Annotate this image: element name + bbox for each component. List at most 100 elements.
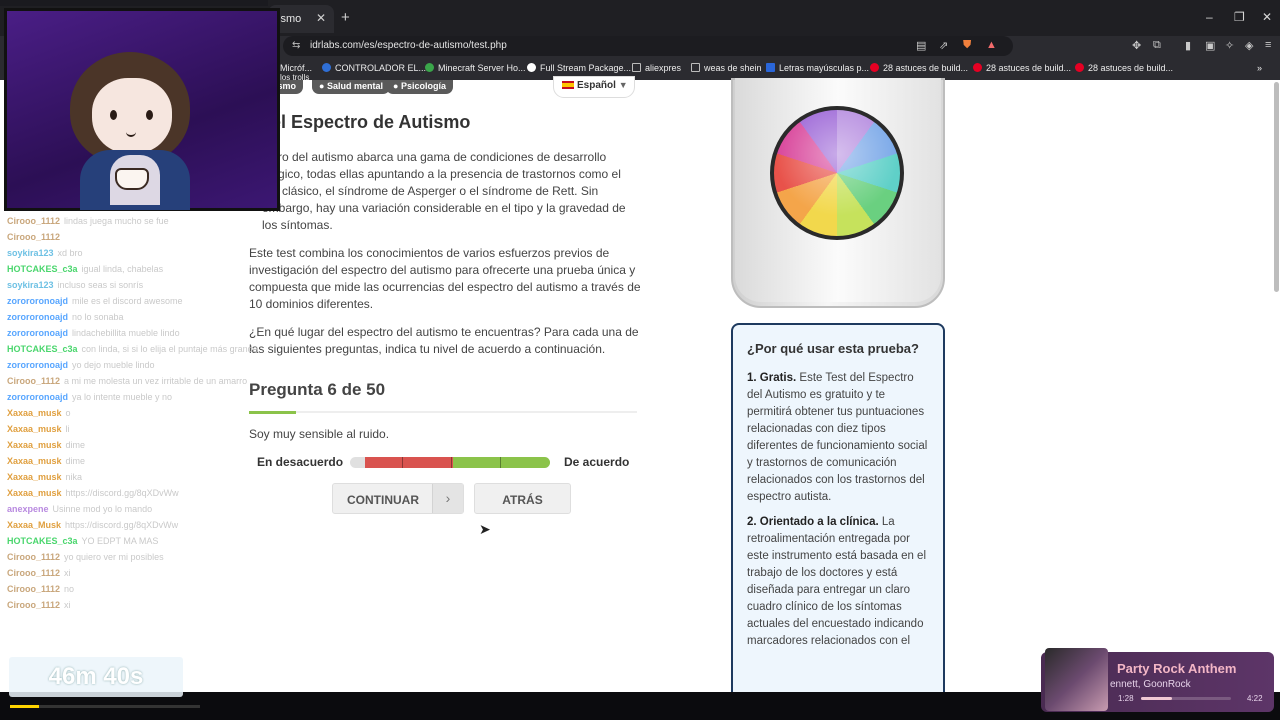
screenshot-icon[interactable]: ⧉ [1153,39,1161,52]
language-selector[interactable]: Español ▼ [553,76,635,98]
brave-shield-icon[interactable]: ⛊ [963,39,971,52]
chat-message: HOTCAKES_c3a YO EDPT MA MAS [7,536,158,546]
chat-message: zorororonoajd lindachebillita mueble lind… [7,328,180,338]
chat-username[interactable]: HOTCAKES_c3a [7,536,78,546]
category-tag[interactable]: ● Psicología [386,80,453,94]
url-text[interactable]: idrlabs.com/es/espectro-de-autismo/test.… [310,40,507,51]
chat-username[interactable]: zorororonoajd [7,392,68,402]
window-close-icon[interactable]: ✕ [1262,10,1272,24]
chat-text: https://discord.gg/8qXDvWw [65,488,179,498]
chat-message: zorororonoajd yo dejo mueble lindo [7,360,155,370]
category-tag[interactable]: ● Salud mental [312,80,390,94]
site-settings-icon[interactable]: ⇆ [292,40,300,51]
chat-username[interactable]: Xaxaa_musk [7,456,62,466]
scale-segment-agree[interactable] [453,457,550,468]
bookmark-item[interactable]: 28 astuces de build... [870,63,968,73]
wheel-shine [774,110,900,236]
chat-username[interactable]: Cirooo_1112 [7,600,60,610]
chat-message: Xaxaa_musk https://discord.gg/8qXDvWw [7,488,179,498]
wallet-icon[interactable]: ▣ [1205,39,1215,52]
chat-username[interactable]: Cirooo_1112 [7,376,60,386]
bookmark-item[interactable]: Micróf... [280,63,312,73]
bookmark-item[interactable]: Letras mayúsculas p... [766,63,869,73]
bookmark-item[interactable]: Full Stream Package... [527,63,631,73]
chat-username[interactable]: zorororonoajd [7,296,68,306]
chat-message: Xaxaa_musk dime [7,456,85,466]
chat-text: dime [65,456,86,466]
chat-username[interactable]: HOTCAKES_c3a [7,264,78,274]
brave-rewards-icon[interactable]: ▲ [986,39,997,51]
tab-close-icon[interactable]: ✕ [316,11,326,25]
chat-username[interactable]: Xaxaa_musk [7,488,62,498]
scale-segment-disagree[interactable] [365,457,453,468]
chat-username[interactable]: zorororonoajd [7,328,68,338]
leo-ai-icon[interactable]: ✧ [1225,39,1234,52]
bookmark-item[interactable]: Minecraft Server Ho... [425,63,526,73]
timer-progress-track [10,705,200,708]
chat-username[interactable]: zorororonoajd [7,312,68,322]
chat-text: yo dejo mueble lindo [72,360,155,370]
bookmark-item[interactable]: 28 astuces de build... [973,63,1071,73]
agreement-slider[interactable] [350,457,550,468]
chat-text: no [64,584,75,594]
chat-message: zorororonoajd ya lo intente mueble y no [7,392,172,402]
page-scrollbar[interactable] [1274,82,1279,292]
why-use-box: ¿Por qué usar esta prueba? 1. Gratis. Es… [731,323,945,703]
extensions-icon[interactable]: ✥ [1132,39,1141,52]
chevron-right-icon[interactable]: › [432,484,463,513]
chat-text: xd bro [57,248,83,258]
vpn-icon[interactable]: ◈ [1245,39,1253,52]
back-button[interactable]: ATRÁS [474,483,571,514]
chat-username[interactable]: Cirooo_1112 [7,232,60,242]
chat-text: li [65,424,70,434]
chat-username[interactable]: zorororonoajd [7,360,68,370]
chat-username[interactable]: Cirooo_1112 [7,568,60,578]
chat-username[interactable]: Xaxaa_musk [7,440,62,450]
chat-message: HOTCAKES_c3a igual linda, chabelas [7,264,163,274]
minimize-icon[interactable]: – [1206,10,1213,24]
bookmark-item[interactable]: 28 astuces de build... [1075,63,1173,73]
chat-message: Cirooo_1112 yo quiero ver mi posibles [7,552,164,562]
bookmark-item[interactable]: CONTROLADOR EL... [322,63,426,73]
avatar-eye [146,110,153,120]
chat-text: ya lo intente mueble y no [72,392,173,402]
pinterest-icon [1075,63,1084,72]
chat-text: no lo sonaba [72,312,124,322]
menu-icon[interactable]: ≡ [1265,39,1271,51]
chat-username[interactable]: HOTCAKES_c3a [7,344,78,354]
chat-username[interactable]: Cirooo_1112 [7,552,60,562]
avatar-eye [110,110,117,120]
bookmarks-overflow-icon[interactable]: » [1257,63,1262,73]
screen: { "browser": { "tab_title": "ismo", "tab… [0,0,1280,720]
bookmark-folder[interactable]: weas de shein [691,63,762,73]
sidebar-icon[interactable]: ▮ [1185,39,1191,52]
chat-message: Cirooo_1112 lindas juega mucho se fue [7,216,169,226]
chat-username[interactable]: Cirooo_1112 [7,584,60,594]
chat-username[interactable]: soykira123 [7,280,54,290]
chat-message: Cirooo_1112 xi [7,568,71,578]
intro-paragraph: ectro del autismo abarca una gama de con… [262,150,626,232]
chat-username[interactable]: Xaxaa_musk [7,472,62,482]
stream-chat: Cirooo_1112 lindas juega mucho se fue Ciro… [0,210,280,630]
scale-tick [500,457,501,468]
song-elapsed: 1:28 [1118,694,1134,703]
coffee-cup-icon [115,168,149,190]
chat-message: zorororonoajd no lo sonaba [7,312,124,322]
reader-icon[interactable]: ▤ [916,39,926,52]
new-tab-icon[interactable]: + [341,9,350,26]
bookmark-icon [425,63,434,72]
chat-message: soykira123 xd bro [7,248,83,258]
chat-text: dime [65,440,86,450]
restore-icon[interactable]: ❐ [1234,10,1245,24]
chat-username[interactable]: soykira123 [7,248,54,258]
chat-text: https://discord.gg/8qXDvWw [65,520,179,530]
chat-username[interactable]: Xaxaa_musk [7,408,62,418]
bookmark-folder[interactable]: aliexpres [632,63,681,73]
why-title: ¿Por qué usar esta prueba? [747,341,919,356]
chat-text: o [65,408,71,418]
share-icon[interactable]: ⇗ [939,39,948,52]
chat-username[interactable]: Xaxaa_musk [7,424,62,434]
chat-username[interactable]: Xaxaa_Musk [7,520,61,530]
chat-username[interactable]: anexpene [7,504,49,514]
chat-username[interactable]: Cirooo_1112 [7,216,60,226]
